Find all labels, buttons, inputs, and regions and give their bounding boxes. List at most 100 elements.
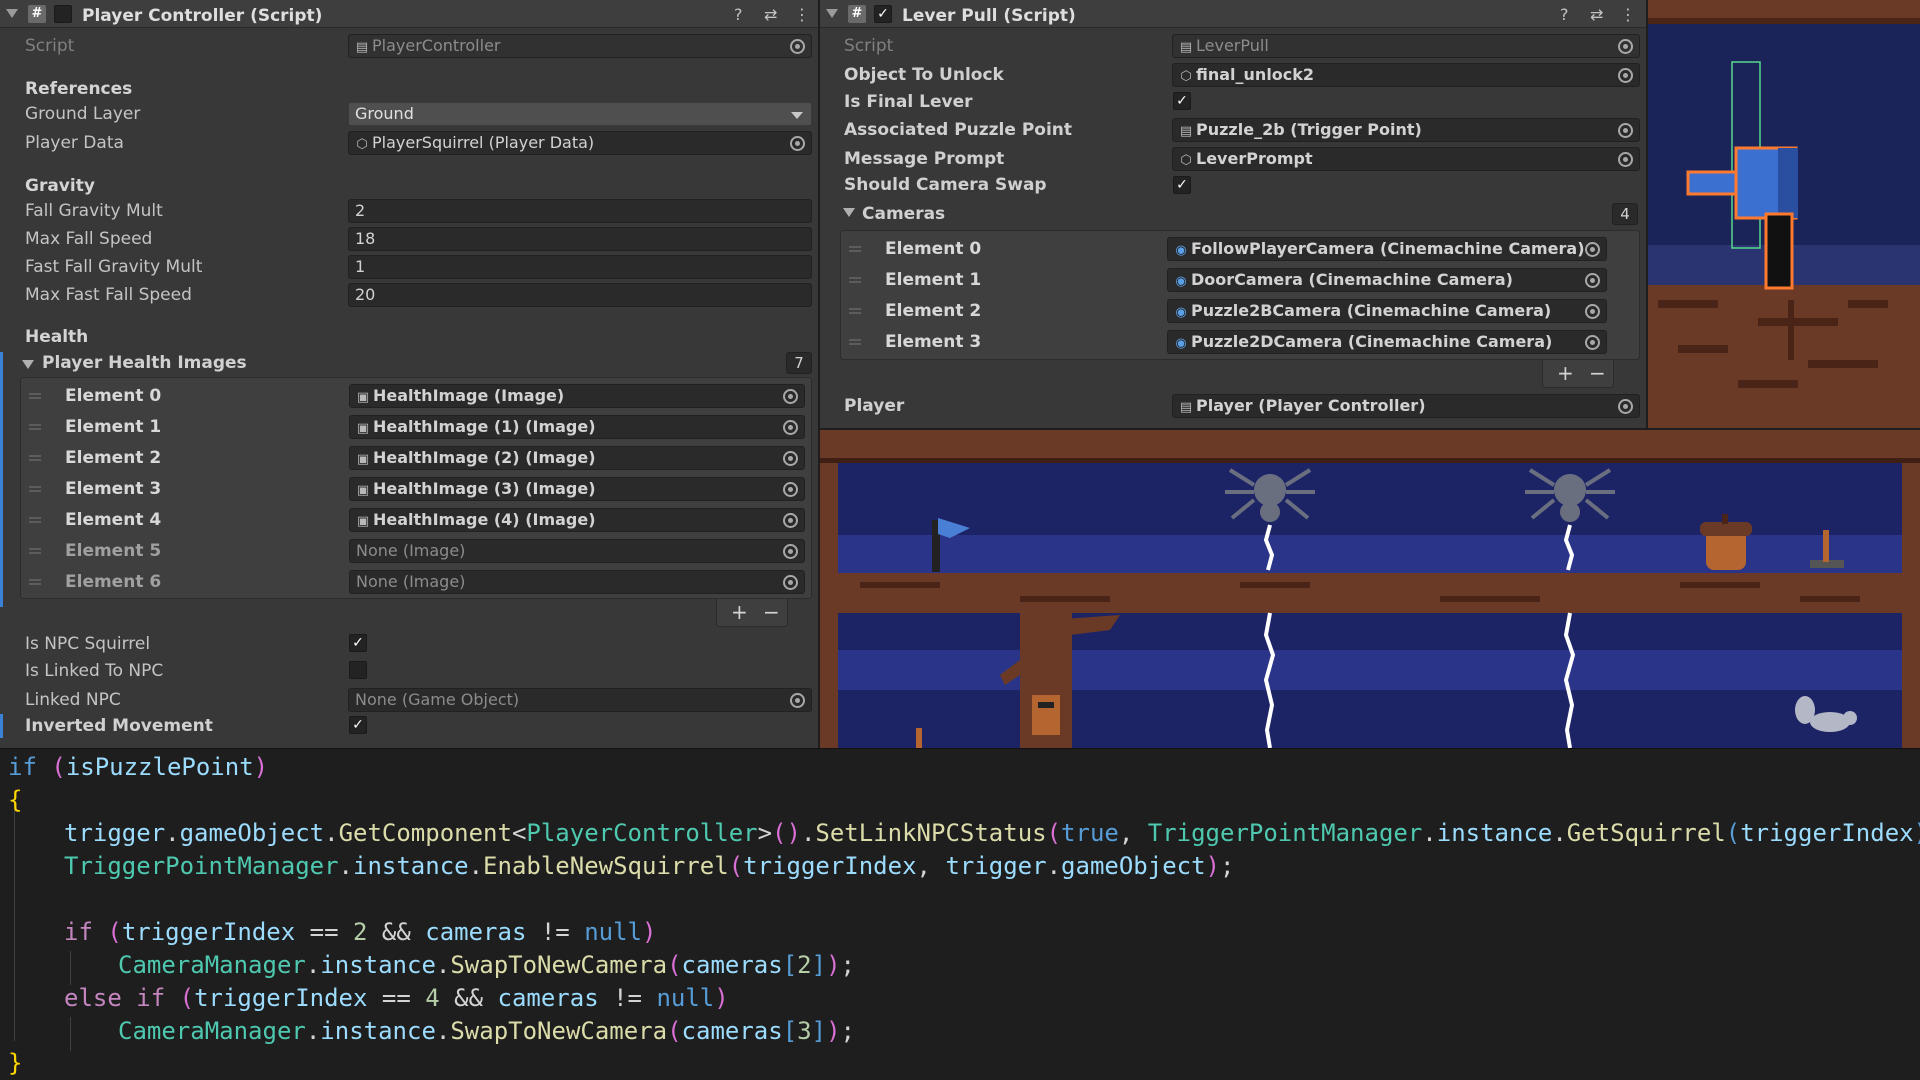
object-picker-icon[interactable] (783, 451, 798, 466)
drag-handle-icon[interactable] (29, 424, 41, 426)
cameras-foldout-icon[interactable] (843, 208, 855, 217)
object-picker-icon[interactable] (783, 513, 798, 528)
code-token: instance (320, 1017, 436, 1045)
player-controller-header[interactable]: # Player Controller (Script) ? ⇄ ⋮ (0, 0, 818, 28)
script-label: Script (25, 36, 75, 56)
object-picker-icon[interactable] (790, 39, 805, 54)
list-element-field[interactable]: ◉ Puzzle2BCamera (Cinemachine Camera) (1167, 299, 1607, 323)
code-editor[interactable]: if (isPuzzlePoint) { trigger.gameObject.… (0, 748, 1920, 1080)
linked-npc-field[interactable]: None (Game Object) (348, 688, 812, 712)
drag-handle-icon[interactable] (29, 517, 41, 519)
object-picker-icon[interactable] (1618, 68, 1633, 83)
health-images-foldout-icon[interactable] (22, 360, 34, 369)
add-element-button[interactable]: + (1557, 361, 1574, 385)
component-enabled-checkbox[interactable] (54, 5, 72, 23)
list-element-field[interactable]: ▣ HealthImage (4) (Image) (349, 508, 805, 532)
associated-puzzle-point-field[interactable]: ▤ Puzzle_2b (Trigger Point) (1172, 118, 1640, 142)
object-picker-icon[interactable] (1585, 273, 1600, 288)
add-element-button[interactable]: + (731, 600, 748, 624)
more-options-icon[interactable]: ⋮ (1620, 5, 1636, 24)
cameras-label[interactable]: Cameras (862, 204, 945, 224)
script-file-icon: ▤ (1179, 124, 1193, 139)
list-element-field[interactable]: ▣ HealthImage (3) (Image) (349, 477, 805, 501)
cameras-size-input[interactable]: 4 (1612, 203, 1638, 225)
object-picker-icon[interactable] (783, 389, 798, 404)
foldout-arrow-icon[interactable] (6, 9, 18, 18)
code-token: PlayerController (526, 819, 758, 847)
script-value: PlayerController (372, 36, 501, 55)
health-images-size-input[interactable]: 7 (786, 352, 812, 374)
drag-handle-icon[interactable] (849, 339, 861, 341)
object-picker-icon[interactable] (1585, 304, 1600, 319)
object-picker-icon[interactable] (790, 693, 805, 708)
camera-icon: ◉ (1175, 274, 1187, 289)
fall-gravity-mult-input[interactable]: 2 (348, 199, 812, 223)
drag-handle-icon[interactable] (849, 246, 861, 248)
list-element-field[interactable]: ◉ DoorCamera (Cinemachine Camera) (1167, 268, 1607, 292)
player-data-field[interactable]: ⬡ PlayerSquirrel (Player Data) (348, 131, 812, 155)
drag-handle-icon[interactable] (29, 393, 41, 395)
object-picker-icon[interactable] (790, 136, 805, 151)
image-component-icon: ▣ (356, 514, 370, 529)
ground-layer-dropdown[interactable]: Ground (348, 102, 812, 126)
object-picker-icon[interactable] (1618, 399, 1633, 414)
list-element-field[interactable]: None (Image) (349, 570, 805, 594)
game-view[interactable] (820, 430, 1920, 748)
remove-element-button[interactable]: − (1589, 361, 1606, 385)
list-element-field[interactable]: None (Image) (349, 539, 805, 563)
is-npc-squirrel-checkbox[interactable]: ✓ (349, 634, 367, 652)
more-options-icon[interactable]: ⋮ (794, 5, 810, 24)
list-element-value: Puzzle2DCamera (Cinemachine Camera) (1191, 332, 1553, 351)
remove-element-button[interactable]: − (763, 600, 780, 624)
is-linked-to-npc-checkbox[interactable] (349, 661, 367, 679)
list-element-field[interactable]: ▣ HealthImage (Image) (349, 384, 805, 408)
drag-handle-icon[interactable] (29, 455, 41, 457)
foldout-arrow-icon[interactable] (826, 9, 838, 18)
max-fall-speed-input[interactable]: 18 (348, 227, 812, 251)
object-picker-icon[interactable] (783, 575, 798, 590)
inverted-movement-checkbox[interactable]: ✓ (349, 716, 367, 734)
drag-handle-icon[interactable] (29, 486, 41, 488)
fast-fall-gravity-mult-input[interactable]: 1 (348, 255, 812, 279)
lever-pull-header[interactable]: # ✓ Lever Pull (Script) ? ⇄ ⋮ (820, 0, 1646, 28)
help-icon[interactable]: ? (734, 5, 743, 24)
object-picker-icon[interactable] (1618, 39, 1633, 54)
list-element-label: Element 6 (65, 572, 162, 592)
code-token: cameras (681, 951, 783, 979)
should-camera-swap-checkbox[interactable]: ✓ (1173, 176, 1191, 194)
object-to-unlock-field[interactable]: ⬡ final_unlock2 (1172, 63, 1640, 87)
preset-icon[interactable]: ⇄ (764, 5, 777, 24)
component-enabled-checkbox[interactable]: ✓ (874, 5, 892, 23)
object-picker-icon[interactable] (783, 544, 798, 559)
drag-handle-icon[interactable] (849, 277, 861, 279)
object-picker-icon[interactable] (1585, 335, 1600, 350)
help-icon[interactable]: ? (1560, 5, 1569, 24)
preset-icon[interactable]: ⇄ (1590, 5, 1603, 24)
max-fast-fall-speed-input[interactable]: 20 (348, 283, 812, 307)
health-images-label[interactable]: Player Health Images (42, 353, 247, 373)
camera-icon: ◉ (1175, 336, 1187, 351)
list-element-field[interactable]: ◉ FollowPlayerCamera (Cinemachine Camera) (1167, 237, 1607, 261)
code-token: SwapToNewCamera (450, 951, 668, 979)
object-picker-icon[interactable] (783, 420, 798, 435)
player-field[interactable]: ▤ Player (Player Controller) (1172, 394, 1640, 418)
code-token: else (64, 984, 122, 1012)
ground-layer-label: Ground Layer (25, 104, 141, 124)
script-file-icon: ▤ (1179, 40, 1193, 55)
code-token: ) (1205, 852, 1220, 880)
message-prompt-field[interactable]: ⬡ LeverPrompt (1172, 147, 1640, 171)
list-element-field[interactable]: ▣ HealthImage (2) (Image) (349, 446, 805, 470)
drag-handle-icon[interactable] (849, 308, 861, 310)
code-token: EnableNewSquirrel (483, 852, 729, 880)
drag-handle-icon[interactable] (29, 579, 41, 581)
drag-handle-icon[interactable] (29, 548, 41, 550)
scene-view[interactable] (1648, 0, 1920, 428)
is-final-lever-checkbox[interactable]: ✓ (1173, 92, 1191, 110)
object-picker-icon[interactable] (783, 482, 798, 497)
indent-guide (70, 1017, 71, 1051)
object-picker-icon[interactable] (1618, 152, 1633, 167)
list-element-field[interactable]: ◉ Puzzle2DCamera (Cinemachine Camera) (1167, 330, 1607, 354)
object-picker-icon[interactable] (1618, 123, 1633, 138)
list-element-field[interactable]: ▣ HealthImage (1) (Image) (349, 415, 805, 439)
object-picker-icon[interactable] (1585, 242, 1600, 257)
